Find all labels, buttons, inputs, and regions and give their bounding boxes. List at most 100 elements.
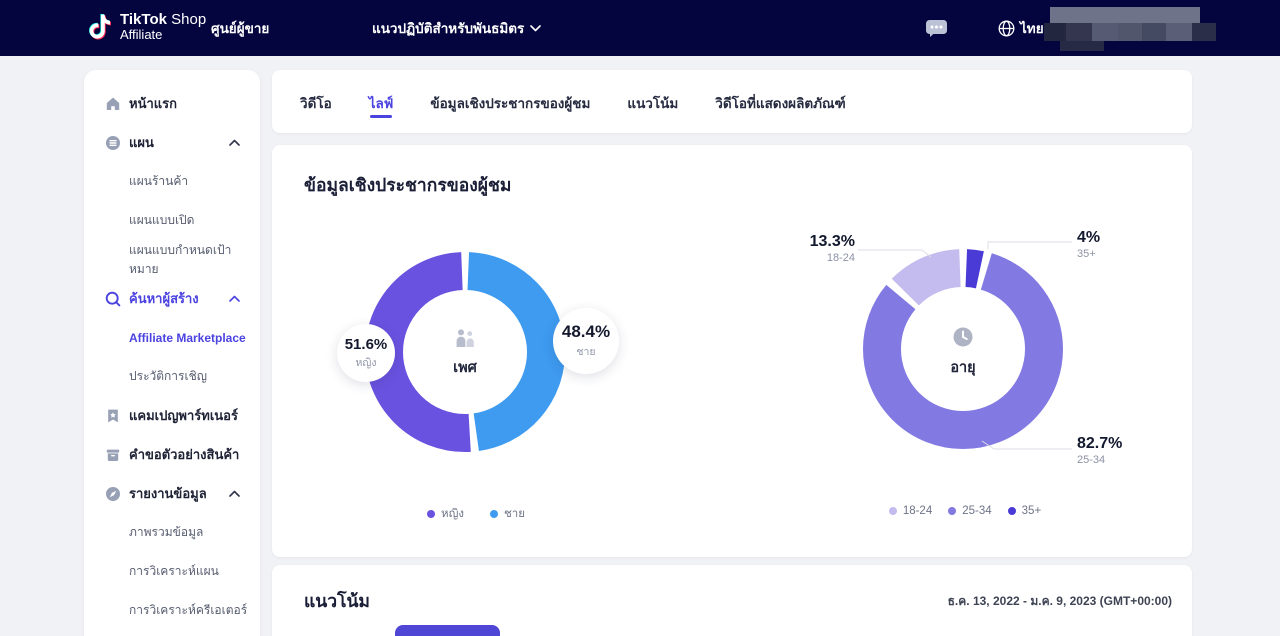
age-35plus-callout: 4% 35+ bbox=[1077, 229, 1100, 261]
home-icon bbox=[105, 96, 121, 112]
card-title: ข้อมูลเชิงประชากรของผู้ชม bbox=[304, 171, 511, 199]
sidebar-item-targeted-plan[interactable]: แผนแบบกำหนดเป้าหมาย bbox=[84, 240, 260, 279]
sidebar-item-label: แผนแบบกำหนดเป้าหมาย bbox=[129, 241, 260, 279]
language-label: ไทย bbox=[1020, 17, 1044, 39]
globe-icon bbox=[998, 20, 1015, 37]
tab-label: ข้อมูลเชิงประชากรของผู้ชม bbox=[430, 96, 590, 111]
age-25-34-label: 25-34 bbox=[1077, 454, 1122, 467]
sidebar-item-find-creators[interactable]: ค้นหาผู้สร้าง bbox=[84, 279, 260, 318]
trends-card: แนวโน้ม ธ.ค. 13, 2022 - ม.ค. 9, 2023 (GM… bbox=[272, 565, 1192, 636]
legend-dot bbox=[948, 507, 956, 515]
sidebar-item-label: แผน bbox=[129, 132, 154, 153]
legend-dot bbox=[490, 510, 498, 518]
sidebar-item-label: รายงานข้อมูล bbox=[129, 483, 207, 504]
female-value: 51.6% bbox=[345, 336, 388, 353]
legend-item-25-34: 25-34 bbox=[948, 505, 991, 517]
legend-label: 18-24 bbox=[903, 505, 932, 517]
sidebar-item-affiliate-marketplace[interactable]: Affiliate Marketplace bbox=[84, 318, 260, 357]
plan-icon bbox=[105, 135, 121, 151]
sidebar-item-shop-plan[interactable]: แผนร้านค้า bbox=[84, 162, 260, 201]
legend-label: 25-34 bbox=[962, 505, 991, 517]
sidebar-item-home[interactable]: หน้าแรก bbox=[84, 84, 260, 123]
age-18-24-label: 18-24 bbox=[767, 252, 855, 265]
age-18-24-value: 13.3% bbox=[767, 233, 855, 251]
sidebar-item-label: คำขอตัวอย่างสินค้า bbox=[129, 444, 239, 465]
tab-video[interactable]: วิดีโอ bbox=[300, 70, 332, 133]
sidebar-item-data-overview[interactable]: ภาพรวมข้อมูล bbox=[84, 513, 260, 552]
sidebar-item-plan-analysis[interactable]: การวิเคราะห์แผน bbox=[84, 552, 260, 591]
legend-dot bbox=[1008, 507, 1016, 515]
legend-item-male: ชาย bbox=[490, 505, 525, 523]
legend-item-35plus: 35+ bbox=[1008, 505, 1042, 517]
age-25-34-callout: 82.7% 25-34 bbox=[1077, 435, 1122, 467]
legend-dot bbox=[427, 510, 435, 518]
gender-chart-title: เพศ bbox=[405, 356, 525, 379]
male-label: ชาย bbox=[576, 343, 595, 360]
search-icon bbox=[105, 291, 121, 307]
tab-live[interactable]: ไลฟ์ bbox=[369, 70, 394, 133]
sidebar-item-open-plan[interactable]: แผนแบบเปิด bbox=[84, 201, 260, 240]
sidebar-item-label: ภาพรวมข้อมูล bbox=[129, 523, 203, 542]
trends-active-tab-indicator[interactable] bbox=[395, 625, 500, 636]
messages-button[interactable] bbox=[925, 19, 948, 43]
age-35plus-value: 4% bbox=[1077, 229, 1100, 247]
age-legend: 18-24 25-34 35+ bbox=[855, 505, 1075, 517]
sidebar-item-label: หน้าแรก bbox=[129, 93, 177, 114]
legend-label: หญิง bbox=[441, 505, 464, 523]
nav-partner-guidelines[interactable]: แนวปฏิบัติสำหรับพันธมิตร bbox=[372, 0, 541, 56]
sidebar-item-creator-analysis[interactable]: การวิเคราะห์ครีเอเตอร์ bbox=[84, 591, 260, 630]
tiktok-note-icon bbox=[86, 12, 113, 42]
female-label: หญิง bbox=[356, 354, 377, 371]
tiktok-shop-affiliate-logo[interactable]: TikTok Shop Affiliate bbox=[86, 11, 206, 43]
report-compass-icon bbox=[105, 486, 121, 502]
legend-dot bbox=[889, 507, 897, 515]
chevron-up-icon bbox=[229, 295, 240, 302]
tab-audience-demographics[interactable]: ข้อมูลเชิงประชากรของผู้ชม bbox=[430, 70, 590, 133]
sidebar-item-label: แผนแบบเปิด bbox=[129, 211, 194, 230]
age-35plus-label: 35+ bbox=[1077, 248, 1100, 261]
nav-seller-center[interactable]: ศูนย์ผู้ขาย bbox=[211, 0, 269, 56]
female-percentage-badge: 51.6% หญิง bbox=[337, 324, 395, 382]
topbar: TikTok Shop Affiliate ศูนย์ผู้ขาย แนวปฏิ… bbox=[0, 0, 1280, 56]
sidebar-item-sample-requests[interactable]: คำขอตัวอย่างสินค้า bbox=[84, 435, 260, 474]
logo-brand: TikTok bbox=[120, 11, 167, 28]
gender-legend: หญิง ชาย bbox=[366, 505, 586, 523]
people-icon bbox=[453, 328, 477, 348]
sidebar-item-invitation-history[interactable]: ประวัติการเชิญ bbox=[84, 357, 260, 396]
chevron-up-icon bbox=[229, 490, 240, 497]
chat-bubble-icon bbox=[925, 19, 948, 38]
tab-label: แนวโน้ม bbox=[627, 96, 678, 111]
tab-trends[interactable]: แนวโน้ม bbox=[627, 70, 678, 133]
clock-icon bbox=[952, 326, 974, 348]
tab-label: วิดีโอ bbox=[300, 96, 332, 111]
legend-item-female: หญิง bbox=[427, 505, 464, 523]
sidebar-item-label: แผนร้านค้า bbox=[129, 172, 188, 191]
sidebar-item-label: ค้นหาผู้สร้าง bbox=[129, 288, 199, 309]
tab-label: ไลฟ์ bbox=[369, 96, 394, 111]
audience-demographics-card: ข้อมูลเชิงประชากรของผู้ชม เพศ 51.6% หญิง… bbox=[272, 145, 1192, 557]
sidebar: หน้าแรก แผน แผนร้านค้า แผนแบบเปิด แผนแบบ… bbox=[84, 70, 260, 636]
male-value: 48.4% bbox=[562, 322, 610, 342]
sidebar-item-plans[interactable]: แผน bbox=[84, 123, 260, 162]
age-chart-title: อายุ bbox=[903, 356, 1023, 379]
sidebar-item-partner-campaigns[interactable]: แคมเปญพาร์ทเนอร์ bbox=[84, 396, 260, 435]
sidebar-item-label: Affiliate Marketplace bbox=[129, 331, 246, 345]
box-icon bbox=[105, 447, 121, 463]
nav-seller-center-label: ศูนย์ผู้ขาย bbox=[211, 17, 269, 39]
legend-label: 35+ bbox=[1022, 505, 1042, 517]
age-chart-center: อายุ bbox=[903, 326, 1023, 379]
trends-date-range: ธ.ค. 13, 2022 - ม.ค. 9, 2023 (GMT+00:00) bbox=[948, 592, 1172, 611]
chevron-down-icon bbox=[530, 25, 541, 32]
legend-label: ชาย bbox=[504, 505, 525, 523]
tab-label: วิดีโอที่แสดงผลิตภัณฑ์ bbox=[715, 96, 846, 111]
sidebar-item-label: การวิเคราะห์แผน bbox=[129, 562, 219, 581]
age-18-24-callout: 13.3% 18-24 bbox=[767, 233, 855, 265]
sidebar-item-data-reports[interactable]: รายงานข้อมูล bbox=[84, 474, 260, 513]
logo-shop: Shop bbox=[167, 11, 206, 28]
male-percentage-badge: 48.4% ชาย bbox=[553, 308, 619, 374]
redacted-account-info[interactable] bbox=[1044, 4, 1250, 50]
sidebar-item-label: การวิเคราะห์ครีเอเตอร์ bbox=[129, 601, 247, 620]
legend-item-18-24: 18-24 bbox=[889, 505, 932, 517]
logo-wordmark: TikTok Shop Affiliate bbox=[120, 11, 206, 43]
tab-product-videos[interactable]: วิดีโอที่แสดงผลิตภัณฑ์ bbox=[715, 70, 846, 133]
